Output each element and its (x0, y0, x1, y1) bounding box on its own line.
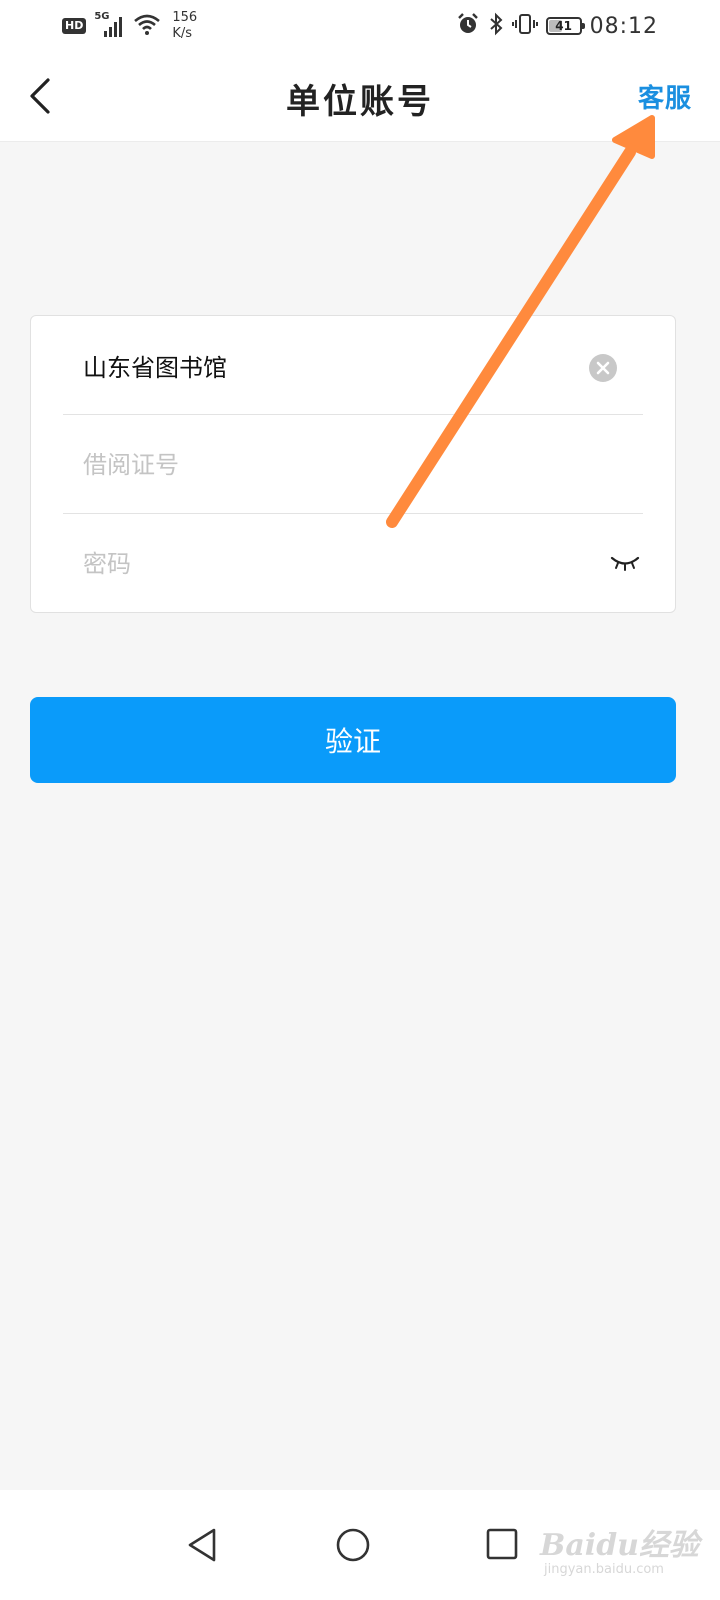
login-form-card (30, 315, 676, 613)
battery-level: 41 (555, 19, 572, 33)
clear-icon[interactable] (589, 354, 617, 382)
triangle-back-icon (188, 1528, 216, 1562)
page-title: 单位账号 (286, 82, 434, 122)
card-number-input[interactable] (83, 450, 563, 479)
institution-field-row (63, 317, 643, 415)
signal-icon: 5G (94, 11, 124, 38)
bluetooth-icon (488, 12, 504, 40)
clock: 08:12 (589, 13, 658, 39)
watermark-url: jingyan.baidu.com (544, 1562, 664, 1577)
nav-recent-button[interactable] (468, 1510, 538, 1580)
baidu-watermark: Baidu经验 jingyan.baidu.com (540, 1520, 700, 1590)
login-screen: HD 5G 156 K/s 41 08:12 单位账号 客服 山东省图书馆 借阅… (0, 0, 720, 1600)
battery-indicator: 41 (545, 17, 585, 35)
nav-back-button[interactable] (168, 1510, 238, 1580)
circle-home-icon (336, 1528, 370, 1562)
network-speed: 156 K/s (172, 10, 197, 42)
verify-button[interactable]: 验证 (30, 697, 676, 783)
institution-input[interactable] (83, 351, 563, 380)
annotation-arrow (386, 115, 655, 528)
password-input[interactable] (83, 550, 563, 578)
password-field-row (63, 515, 643, 613)
hd-badge: HD (62, 18, 87, 34)
customer-service-link[interactable]: 客服 (638, 78, 692, 115)
nav-home-button[interactable] (318, 1510, 388, 1580)
status-bar: HD 5G 156 K/s 41 08:12 (0, 0, 720, 50)
network-speed-unit: K/s (172, 26, 193, 41)
eye-closed-icon[interactable] (609, 553, 641, 575)
app-header: 单位账号 客服 (0, 50, 720, 142)
watermark-logo: Baidu经验 (540, 1528, 699, 1563)
status-right: 41 08:12 (456, 8, 658, 44)
vibrate-icon (511, 12, 538, 40)
square-recent-icon (486, 1528, 518, 1560)
alarm-icon (456, 12, 480, 40)
card-number-field-row (63, 416, 643, 514)
wifi-icon (132, 12, 162, 40)
status-left: HD 5G 156 K/s (62, 8, 197, 44)
network-speed-value: 156 (172, 10, 198, 25)
